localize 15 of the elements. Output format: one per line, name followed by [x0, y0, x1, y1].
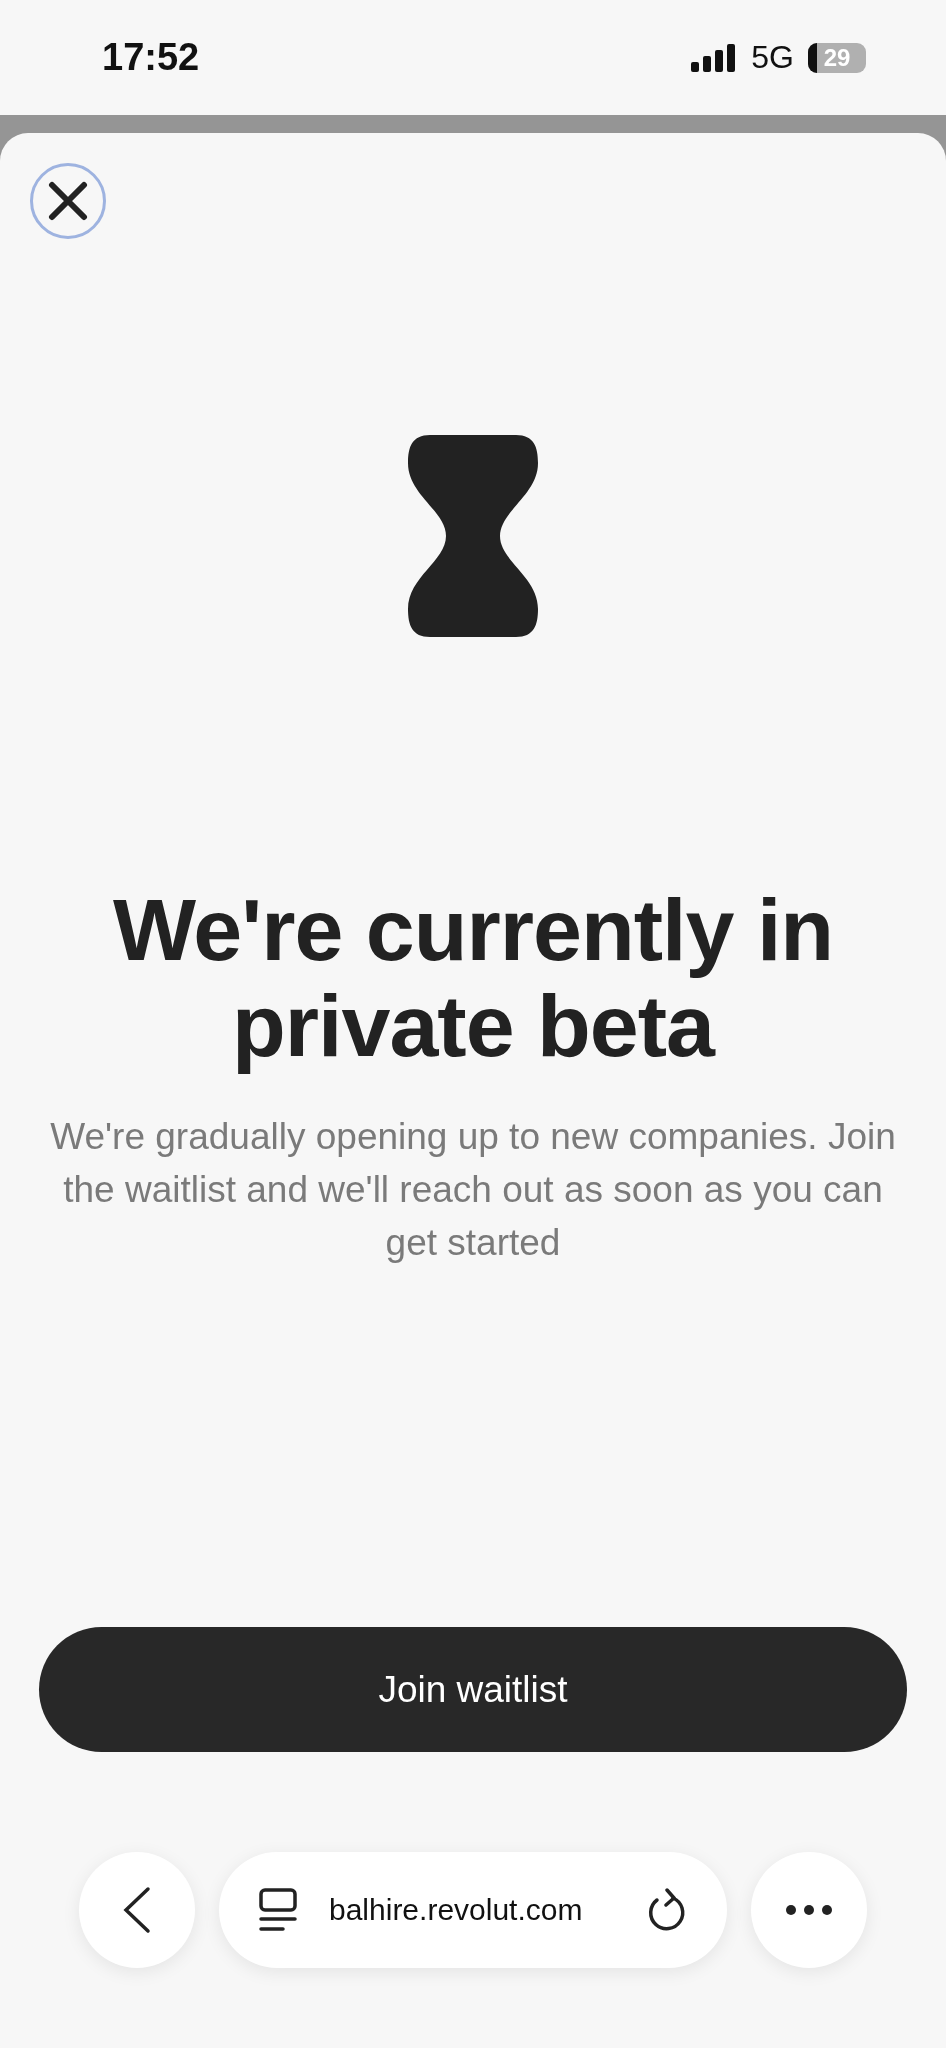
status-time: 17:52 [102, 36, 200, 79]
close-button[interactable] [30, 163, 106, 239]
battery-icon: 29 [808, 42, 866, 73]
signal-icon [691, 43, 738, 72]
url-text: balhire.revolut.com [329, 1893, 584, 1927]
more-icon [785, 1904, 833, 1916]
headline: We're currently in private beta [111, 882, 835, 1074]
network-label: 5G [751, 39, 794, 76]
page-menu-icon [259, 1888, 297, 1932]
back-icon [122, 1886, 152, 1934]
reload-icon[interactable] [647, 1888, 687, 1932]
join-waitlist-button[interactable]: Join waitlist [39, 1627, 907, 1752]
address-bar[interactable]: balhire.revolut.com [219, 1852, 727, 1968]
close-icon [48, 181, 88, 221]
description: We're gradually opening up to new companies. Join the waitlist and we'll reach out as soon as you can get started [49, 1115, 897, 1265]
